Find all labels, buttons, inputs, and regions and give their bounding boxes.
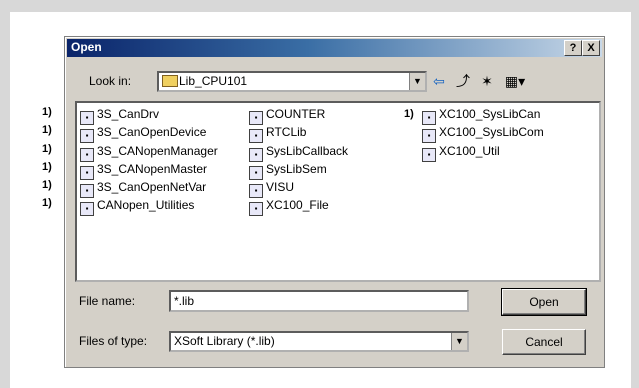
library-file-icon: ▪ [80,129,94,143]
list-item[interactable]: ▪ 3S_CanDrv [80,107,159,125]
library-file-icon: ▪ [422,111,436,125]
back-arrow-icon[interactable]: ⇦ [429,72,449,90]
list-item[interactable]: ▪ 3S_CanOpenNetVar [80,180,206,198]
list-item[interactable]: ▪ XC100_SysLibCan [422,107,540,125]
list-item[interactable]: ▪ 3S_CANopenManager [80,144,218,162]
view-menu-icon[interactable]: ▦▾ [502,72,528,90]
chevron-down-icon[interactable]: ▼ [409,73,425,90]
library-file-icon: ▪ [80,111,94,125]
title-bar[interactable]: Open ? X [67,39,602,57]
list-item[interactable]: ▪ XC100_SysLibCom [422,125,544,143]
list-item[interactable]: ▪ SysLibSem [249,162,327,180]
list-item[interactable]: ▪ COUNTER [249,107,325,125]
page-border-right [631,0,639,388]
list-item[interactable]: ▪ SysLibCallback [249,144,348,162]
page-border-left [0,0,10,388]
folder-icon [162,75,178,87]
file-name-input[interactable]: *.lib [169,290,469,312]
help-button[interactable]: ? [564,40,582,56]
library-file-icon: ▪ [80,148,94,162]
library-file-icon: ▪ [249,129,263,143]
library-file-icon: ▪ [249,111,263,125]
open-button[interactable]: Open [501,288,587,316]
list-item[interactable]: ▪ XC100_File [249,198,329,216]
look-in-combo[interactable]: Lib_CPU101 ▼ [157,71,427,92]
library-file-icon: ▪ [422,129,436,143]
list-item[interactable]: ▪ RTCLib [249,125,306,143]
library-file-icon: ▪ [249,184,263,198]
up-folder-icon[interactable]: ⤴ [453,72,473,90]
footnote-marker: 1) [42,106,52,118]
library-file-icon: ▪ [80,184,94,198]
library-file-icon: ▪ [80,166,94,180]
library-file-icon: ▪ [422,148,436,162]
list-item[interactable]: ▪ CANopen_Utilities [80,198,194,216]
chevron-down-icon[interactable]: ▼ [451,333,467,350]
files-of-type-select[interactable]: XSoft Library (*.lib) ▼ [169,331,469,352]
list-item[interactable]: ▪ 3S_CanOpenDevice [80,125,206,143]
list-item[interactable]: ▪ VISU [249,180,294,198]
list-item[interactable]: ▪ XC100_Util [422,144,500,162]
file-list[interactable]: ▪ 3S_CanDrv ▪ 3S_CanOpenDevice ▪ 3S_CANopen… [75,101,601,282]
page-border-top [0,0,639,12]
look-in-label: Look in: [89,74,132,88]
library-file-icon: ▪ [249,148,263,162]
new-folder-icon[interactable]: ✶ [477,72,497,90]
open-dialog: Open ? X Look in: Lib_CPU101 ▼ ⇦ ⤴ ✶ ▦▾ … [64,36,605,368]
list-item[interactable]: ▪ 3S_CANopenMaster [80,162,207,180]
library-file-icon: ▪ [249,166,263,180]
footnote-marker: 1) [42,124,52,136]
file-name-label: File name: [79,294,136,308]
file-name-value: *.lib [174,294,195,308]
footnote-marker: 1) [42,179,52,191]
cancel-button[interactable]: Cancel [502,329,586,355]
files-of-type-value: XSoft Library (*.lib) [174,334,275,348]
files-of-type-label: Files of type: [79,334,148,348]
library-file-icon: ▪ [80,202,94,216]
footnote-marker: 1) [42,197,52,209]
dialog-title: Open [71,40,102,54]
look-in-value: Lib_CPU101 [179,74,248,88]
close-button[interactable]: X [582,40,600,56]
footnote-marker: 1) [404,108,414,120]
footnote-marker: 1) [42,143,52,155]
footnote-marker: 1) [42,161,52,173]
library-file-icon: ▪ [249,202,263,216]
